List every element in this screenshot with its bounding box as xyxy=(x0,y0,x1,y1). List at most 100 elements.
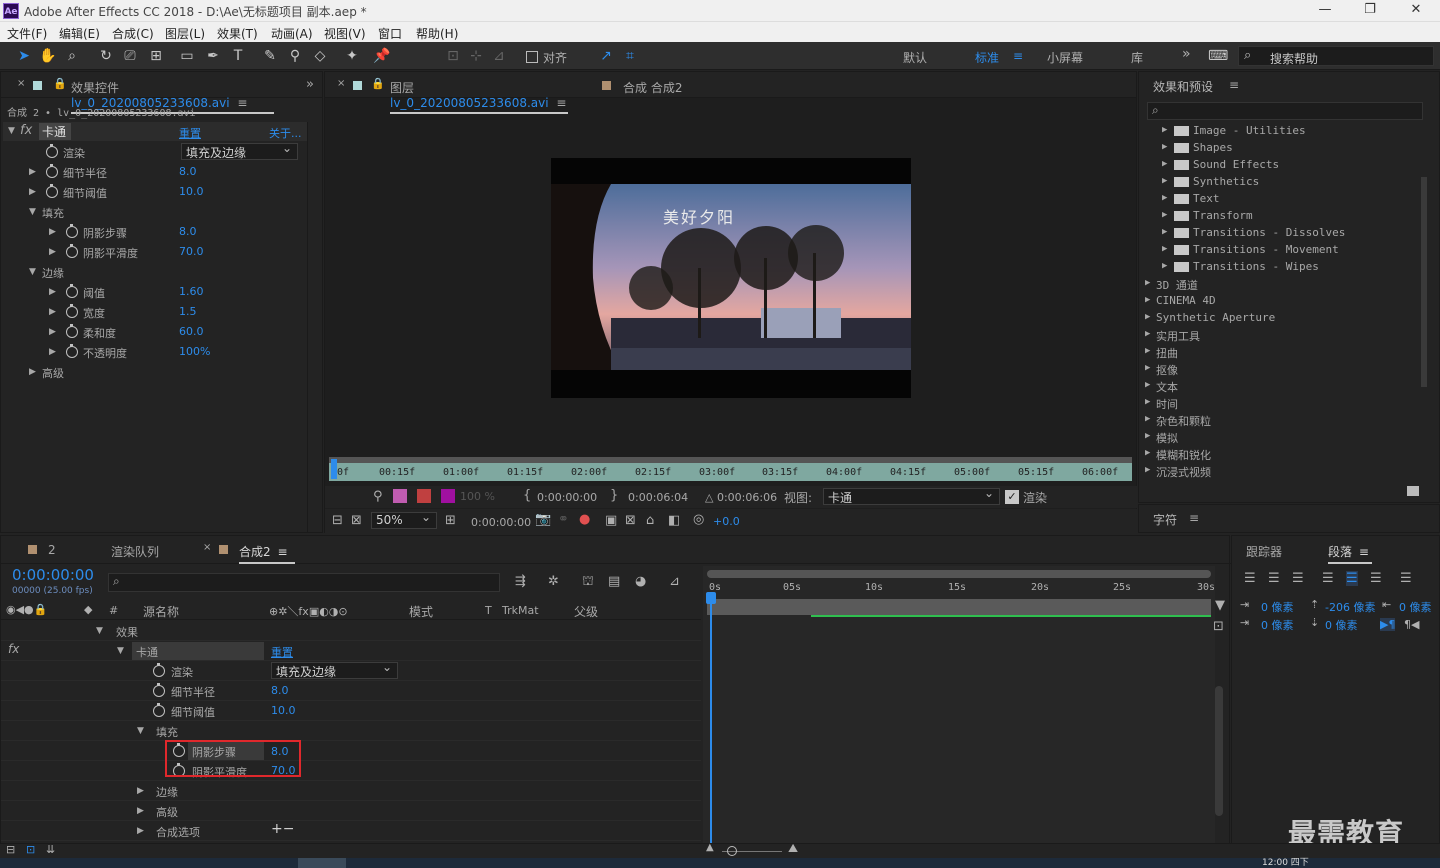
width-value[interactable]: 1.5 xyxy=(179,305,197,318)
snap-checkbox[interactable] xyxy=(526,51,538,63)
reset-exposure-icon[interactable]: ◧ xyxy=(668,513,680,528)
column-parent[interactable]: 父级 xyxy=(574,603,598,620)
collapse-arrow-icon[interactable]: ▼ xyxy=(29,207,36,217)
layer-switches-icon[interactable]: ⊟ xyxy=(6,843,15,856)
3d-view-icon[interactable]: ⌂ xyxy=(646,513,654,528)
type-tool-icon[interactable]: T xyxy=(228,47,248,65)
list-item[interactable]: ▶ Shapes xyxy=(1139,139,1421,156)
menu-composition[interactable]: 合成(C) xyxy=(112,25,154,42)
hand-tool-icon[interactable]: ✋ xyxy=(38,47,58,65)
tab-tracker[interactable]: 跟踪器 xyxy=(1246,543,1282,560)
tab-composition[interactable]: 合成 合成2 xyxy=(623,79,682,96)
rectangle-tool-icon[interactable]: ▭ xyxy=(177,47,197,65)
tab-paragraph[interactable]: 段落 ≡ xyxy=(1328,543,1372,564)
timeline-timecode[interactable]: 0:00:00:00 xyxy=(12,566,94,584)
fx-icon[interactable]: fx xyxy=(8,642,19,656)
effect-name[interactable]: 卡通 xyxy=(39,123,71,140)
render-dropdown[interactable]: 填充及边缘 xyxy=(271,660,398,679)
justify-all-icon[interactable]: ☰ xyxy=(1400,571,1412,586)
tab-menu-icon[interactable]: ≡ xyxy=(277,545,287,559)
transparency-grid-icon[interactable]: ⊠ xyxy=(625,513,636,528)
close-tab-icon[interactable]: × xyxy=(17,78,25,89)
timeline-graph[interactable]: 0s 05s 10s 15s 20s 25s 30s xyxy=(703,566,1215,856)
stopwatch-icon[interactable] xyxy=(46,184,58,198)
about-link[interactable]: 关于... xyxy=(269,125,302,141)
row-edge[interactable]: ▶ 边缘 xyxy=(1,781,701,801)
workspace-standard[interactable]: 标准 xyxy=(975,49,999,66)
show-snapshot-icon[interactable]: ⚭ xyxy=(558,512,569,527)
time-ruler[interactable]: 0f 00:15f 01:00f 01:15f 02:00f 02:15f 03… xyxy=(329,457,1132,481)
tab-layer[interactable]: 图层 lv_0_20200805233608.avi ≡ xyxy=(390,79,568,114)
stopwatch-icon[interactable] xyxy=(66,304,78,318)
zoom-out-icon[interactable]: ▲ xyxy=(706,842,714,853)
tab-menu-icon[interactable]: ≡ xyxy=(237,96,247,110)
list-item[interactable]: ▶ Transitions - Wipes xyxy=(1139,258,1421,275)
expand-arrow-icon[interactable]: ▶ xyxy=(29,367,36,377)
time-navigator[interactable] xyxy=(707,570,1211,578)
space-before-value[interactable]: -206 像素 xyxy=(1325,599,1375,615)
zoom-dropdown[interactable]: 50% xyxy=(371,510,437,529)
softness-value[interactable]: 60.0 xyxy=(179,325,204,338)
zoom-tool-icon[interactable]: ⌕ xyxy=(62,47,82,65)
transfer-controls-icon[interactable]: ⊡ xyxy=(26,843,35,856)
align-left-icon[interactable]: ☰ xyxy=(1244,571,1256,586)
space-after-value[interactable]: 0 像素 xyxy=(1325,617,1358,633)
render-dropdown[interactable]: 填充及边缘 xyxy=(181,141,298,160)
list-item[interactable]: ▶ 沉浸式视频 xyxy=(1139,462,1421,479)
list-item[interactable]: ▶ 模糊和锐化 xyxy=(1139,445,1421,462)
tab-comp-2[interactable]: 2 xyxy=(48,543,56,557)
new-folder-icon[interactable] xyxy=(1407,486,1419,496)
restore-button[interactable]: ❐ xyxy=(1355,2,1385,20)
ltr-direction-icon[interactable]: ▶¶ xyxy=(1380,618,1396,631)
in-out-icon[interactable]: ⇊ xyxy=(46,843,55,856)
group-fill[interactable]: ▼ 填充 xyxy=(1,202,307,222)
column-trkmat[interactable]: TrkMat xyxy=(502,604,539,617)
collapse-arrow-icon[interactable]: ▼ xyxy=(29,267,36,277)
list-item[interactable]: ▶ Synthetics xyxy=(1139,173,1421,190)
column-source-name[interactable]: 源名称 xyxy=(143,603,179,620)
mask-icon[interactable]: ⊠ xyxy=(351,513,362,528)
brush-tool-icon[interactable]: ✎ xyxy=(260,47,280,65)
visibility-icon[interactable]: ◉◀●🔒 xyxy=(6,603,47,616)
taskbar-app-icon[interactable] xyxy=(298,858,346,868)
shading-steps-value[interactable]: 8.0 xyxy=(179,225,197,238)
panel-menu-icon[interactable]: ≡ xyxy=(1229,78,1239,92)
draft-3d-icon[interactable]: ✲ xyxy=(548,574,559,589)
list-item[interactable]: ▶ Transform xyxy=(1139,207,1421,224)
snapshot-icon[interactable]: 📷 xyxy=(535,512,551,527)
fit-icon[interactable]: ⊞ xyxy=(445,513,456,528)
expand-arrow-icon[interactable]: ▶ xyxy=(49,347,56,357)
expand-arrow-icon[interactable]: ▶ xyxy=(49,227,56,237)
expand-arrow-icon[interactable]: ▶ xyxy=(49,287,56,297)
list-item[interactable]: ▶ 扭曲 xyxy=(1139,343,1421,360)
shading-smoothness-value[interactable]: 70.0 xyxy=(179,245,204,258)
frame-blending-icon[interactable]: ▤ xyxy=(608,574,620,589)
overlay-edit-icon[interactable] xyxy=(417,489,431,503)
list-item[interactable]: ▶ 杂色和颗粒 xyxy=(1139,411,1421,428)
stopwatch-icon[interactable] xyxy=(66,344,78,358)
row-advanced[interactable]: ▶ 高级 xyxy=(1,801,701,821)
expand-arrow-icon[interactable]: ▶ xyxy=(49,307,56,317)
scrollbar[interactable] xyxy=(1421,177,1427,387)
set-in-icon[interactable]: { xyxy=(523,488,531,503)
menu-layer[interactable]: 图层(L) xyxy=(165,25,205,42)
lift-icon[interactable] xyxy=(441,489,455,503)
menu-window[interactable]: 窗口 xyxy=(378,25,402,42)
character-title[interactable]: 字符 xyxy=(1153,511,1177,528)
align-center-icon[interactable]: ☰ xyxy=(1268,571,1280,586)
collapse-arrow-icon[interactable]: ▼ xyxy=(8,126,15,136)
row-cartoon[interactable]: fx ▼ 卡通 重置 xyxy=(1,641,701,661)
detail-threshold-value[interactable]: 10.0 xyxy=(179,185,204,198)
comp-flowchart-icon[interactable]: ⇶ xyxy=(515,574,526,589)
set-out-icon[interactable]: } xyxy=(610,488,618,503)
ripple-insert-icon[interactable] xyxy=(393,489,407,503)
workspace-small-screen[interactable]: 小屏幕 xyxy=(1047,49,1083,66)
row-effects[interactable]: ▼ 效果 xyxy=(1,621,701,641)
stopwatch-icon[interactable] xyxy=(153,683,165,697)
snap-feather-icon[interactable]: ↗ xyxy=(596,47,616,65)
zoom-in-icon[interactable]: ⛰ xyxy=(788,841,798,856)
indent-left-value[interactable]: 0 像素 xyxy=(1261,599,1294,615)
current-time[interactable]: 0:00:00:00 xyxy=(471,516,531,529)
list-item[interactable]: ▶ CINEMA 4D xyxy=(1139,292,1421,309)
list-item[interactable]: ▶ 实用工具 xyxy=(1139,326,1421,343)
